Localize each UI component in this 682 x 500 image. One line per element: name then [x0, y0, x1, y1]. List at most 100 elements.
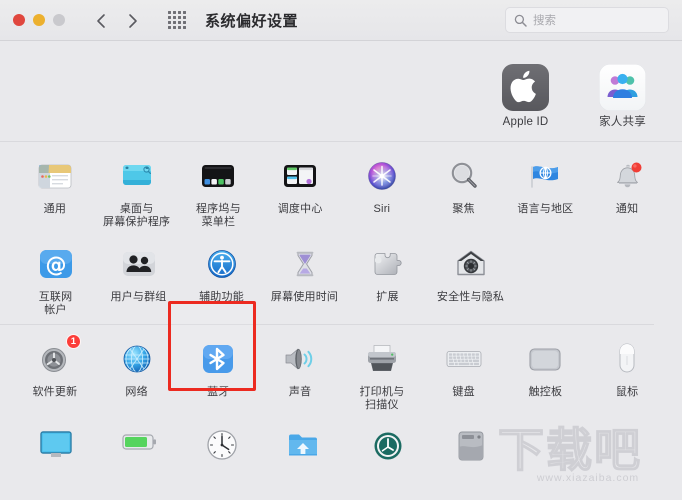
network-icon	[115, 337, 159, 381]
watermark-url: www.xiazaiba.com	[536, 472, 640, 484]
pref-dock-menubar[interactable]: 程序坞与 菜单栏	[178, 142, 260, 230]
pref-label: 声音	[288, 386, 312, 398]
pref-label: Siri	[373, 203, 391, 215]
pref-label: 安全性与隐私	[436, 291, 505, 303]
pref-software-update[interactable]: 1 软件更新	[14, 325, 96, 413]
minimize-button-icon[interactable]	[33, 14, 45, 26]
show-all-grid-icon[interactable]	[168, 11, 186, 29]
pref-label: 鼠标	[615, 386, 639, 398]
pref-label: 互联网 帐户	[38, 291, 73, 316]
bluetooth-icon	[196, 337, 240, 381]
pref-label: 程序坞与 菜单栏	[195, 203, 241, 228]
software-update-icon: 1	[33, 334, 81, 381]
pref-extensions[interactable]: 扩展	[346, 230, 429, 318]
pref-accessibility[interactable]: 辅助功能	[180, 230, 263, 318]
pref-label: 通知	[615, 203, 639, 215]
startup-disk-icon	[449, 423, 493, 467]
pref-mouse[interactable]: 鼠标	[586, 325, 668, 413]
preference-grid: 通用 桌面与 屏幕保护程序 程序坞与 菜单栏 调度中心 Siri 聚焦 语言与地…	[0, 142, 682, 469]
pref-notifications[interactable]: 通知	[586, 142, 668, 230]
close-button-icon[interactable]	[13, 14, 25, 26]
pref-apple-id[interactable]: Apple ID	[484, 52, 567, 131]
pref-desktop-screensaver[interactable]: 桌面与 屏幕保护程序	[96, 142, 178, 230]
pref-displays[interactable]	[14, 413, 97, 469]
pref-startup-disk[interactable]	[429, 413, 512, 469]
pref-row-2: @ 互联网 帐户 用户与群组 辅助功能 屏幕使用时间 扩展 安全性与隐私	[14, 230, 668, 318]
pref-date-time[interactable]	[180, 413, 263, 469]
pref-row-3: 1 软件更新 网络 蓝牙 声音 打印机与 扫描仪 键盘 触控板 鼠标	[14, 325, 668, 413]
pref-language-region[interactable]: 语言与地区	[505, 142, 587, 230]
pref-keyboard[interactable]: 键盘	[423, 325, 505, 413]
sound-icon	[278, 337, 322, 381]
account-row: Apple ID 家人共享	[0, 41, 682, 141]
titlebar: 系统偏好设置 搜索	[0, 0, 682, 41]
pref-siri[interactable]: Siri	[341, 142, 423, 230]
navigation-buttons	[94, 13, 140, 28]
pref-label: 网络	[125, 386, 148, 398]
back-chevron-icon[interactable]	[94, 13, 108, 28]
pref-label: 软件更新	[32, 386, 78, 398]
traffic-lights	[13, 14, 65, 26]
pref-label: 通用	[43, 203, 67, 215]
pref-label: 聚焦	[452, 203, 475, 215]
pref-label: 语言与地区	[517, 203, 574, 215]
mouse-icon	[605, 337, 649, 381]
pref-sound[interactable]: 声音	[259, 325, 341, 413]
pref-printers-scanners[interactable]: 打印机与 扫描仪	[341, 325, 423, 413]
pref-network[interactable]: 网络	[96, 325, 178, 413]
date-time-icon	[200, 423, 244, 467]
internet-accounts-icon: @	[34, 242, 78, 286]
pref-label: 辅助功能	[199, 291, 244, 303]
pref-screen-time[interactable]: 屏幕使用时间	[263, 230, 346, 318]
window-title: 系统偏好设置	[205, 12, 299, 30]
general-icon	[33, 154, 77, 198]
trackpad-icon	[523, 337, 567, 381]
forward-chevron-icon[interactable]	[126, 13, 140, 28]
printers-scanners-icon	[360, 337, 404, 381]
search-field[interactable]: 搜索	[505, 7, 669, 33]
security-privacy-icon	[449, 242, 493, 286]
pref-label: 扩展	[376, 291, 399, 303]
sharing-icon	[283, 423, 327, 467]
pref-mission-control[interactable]: 调度中心	[259, 142, 341, 230]
search-icon	[514, 14, 527, 27]
pref-bluetooth[interactable]: 蓝牙	[178, 325, 260, 413]
pref-time-machine[interactable]	[346, 413, 429, 469]
pref-label: 调度中心	[277, 203, 323, 215]
pref-sharing[interactable]	[263, 413, 346, 469]
accessibility-icon	[200, 242, 244, 286]
pref-family-sharing[interactable]: 家人共享	[581, 52, 664, 131]
apple-logo-icon	[502, 64, 549, 111]
zoom-button-icon[interactable]	[53, 14, 65, 26]
pref-label: 打印机与 扫描仪	[359, 386, 405, 411]
pref-internet-accounts[interactable]: @ 互联网 帐户	[14, 230, 97, 318]
pref-users-groups[interactable]: 用户与群组	[97, 230, 180, 318]
pref-spotlight[interactable]: 聚焦	[423, 142, 505, 230]
screen-time-icon	[283, 242, 327, 286]
pref-label: 触控板	[528, 386, 563, 398]
dock-menubar-icon	[196, 154, 240, 198]
mission-control-icon	[278, 154, 322, 198]
svg-text:@: @	[45, 253, 66, 277]
pref-security-privacy[interactable]: 安全性与隐私	[429, 230, 512, 318]
siri-icon	[360, 154, 404, 198]
pref-trackpad[interactable]: 触控板	[505, 325, 587, 413]
pref-label: 用户与群组	[110, 291, 167, 303]
pref-row-1: 通用 桌面与 屏幕保护程序 程序坞与 菜单栏 调度中心 Siri 聚焦 语言与地…	[14, 142, 668, 230]
pref-general[interactable]: 通用	[14, 142, 96, 230]
pref-label: 家人共享	[599, 116, 646, 128]
pref-label: 屏幕使用时间	[270, 291, 339, 303]
language-region-icon	[523, 154, 567, 198]
system-preferences-window: 系统偏好设置 搜索 Apple ID 家人共享 通用 桌面与 屏幕保护程序 程序…	[0, 0, 682, 500]
pref-row-4	[14, 413, 668, 469]
extensions-icon	[366, 242, 410, 286]
pref-label: 键盘	[452, 386, 475, 398]
update-badge: 1	[65, 334, 81, 349]
users-groups-icon	[117, 242, 161, 286]
spotlight-icon	[442, 154, 486, 198]
energy-saver-icon	[117, 423, 161, 467]
pref-energy-saver[interactable]	[97, 413, 180, 469]
family-sharing-icon	[599, 64, 646, 111]
displays-icon	[34, 423, 78, 467]
desktop-screensaver-icon	[115, 154, 159, 198]
